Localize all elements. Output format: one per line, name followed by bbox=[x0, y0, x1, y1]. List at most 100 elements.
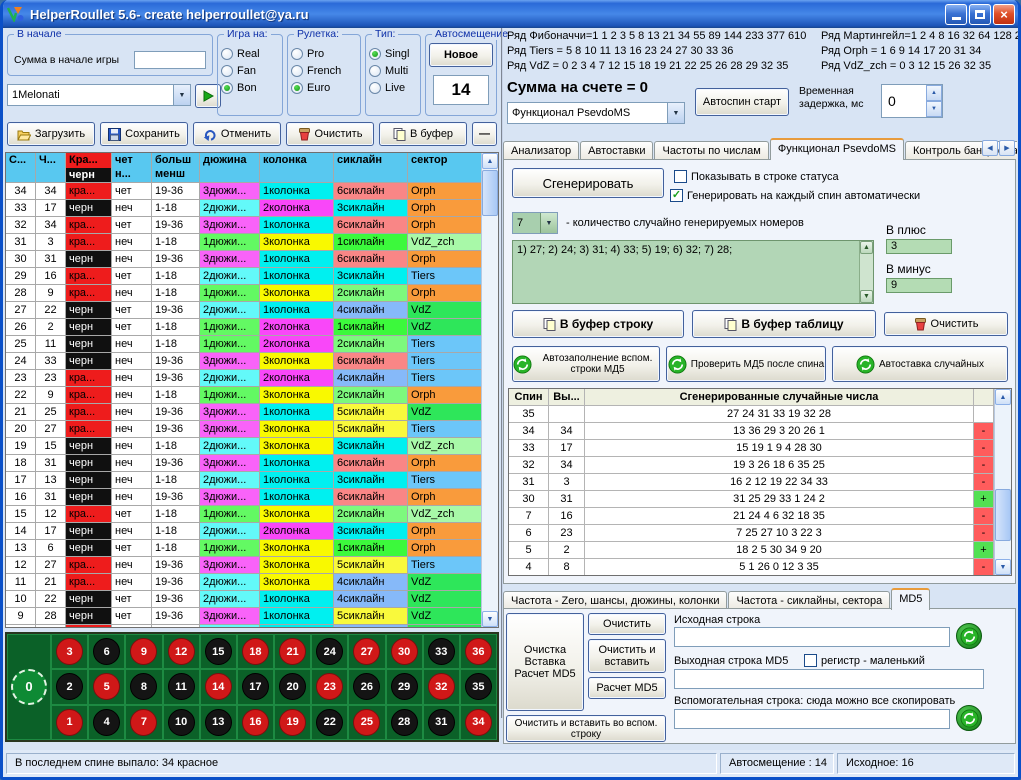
board-cell-16[interactable]: 16 bbox=[237, 705, 274, 740]
history-row[interactable]: 2916кра...чет1-182дюжи...1колонка3сиклай… bbox=[6, 268, 482, 285]
history-row[interactable]: 136чернчет1-181дюжи...3колонка1сиклайнOr… bbox=[6, 540, 482, 557]
board-cell-31[interactable]: 31 bbox=[423, 705, 460, 740]
board-cell-24[interactable]: 24 bbox=[311, 634, 348, 669]
board-cell-7[interactable]: 7 bbox=[125, 705, 162, 740]
chevron-down-icon[interactable]: ▼ bbox=[667, 103, 684, 123]
freq-tab-3[interactable]: MD5 bbox=[891, 588, 930, 610]
board-cell-17[interactable]: 17 bbox=[237, 669, 274, 704]
generate-button[interactable]: Сгенерировать bbox=[512, 168, 664, 198]
history-scrollbar[interactable]: ▲ ▼ bbox=[481, 153, 498, 627]
radio-option-real[interactable]: Real bbox=[221, 48, 279, 60]
history-header-cell[interactable]: четн... bbox=[112, 153, 152, 183]
history-header-cell[interactable]: Кра...черн bbox=[66, 153, 112, 183]
history-row[interactable]: 1512кра...чет1-181дюжи...3колонка2сиклай… bbox=[6, 506, 482, 523]
board-cell-13[interactable]: 13 bbox=[200, 705, 237, 740]
spin-scroll-thumb[interactable] bbox=[995, 489, 1011, 541]
history-row[interactable]: 289кра...неч1-181дюжи...3колонка2сиклайн… bbox=[6, 285, 482, 302]
spin-table-row[interactable]: 3527 24 31 33 19 32 28 bbox=[509, 406, 994, 423]
radio-option-live[interactable]: Live bbox=[369, 82, 417, 94]
history-row[interactable]: 1417черннеч1-182дюжи...2колонка3сиклайнO… bbox=[6, 523, 482, 540]
history-row[interactable]: 2433черннеч19-363дюжи...3колонка6сиклайн… bbox=[6, 353, 482, 370]
spin-table-row[interactable]: 323419 3 26 18 6 35 25- bbox=[509, 457, 994, 474]
board-cell-30[interactable]: 30 bbox=[386, 634, 423, 669]
board-cell-22[interactable]: 22 bbox=[311, 705, 348, 740]
generated-scrollbar[interactable]: ▲ ▼ bbox=[859, 241, 873, 303]
history-header-cell[interactable]: С... bbox=[6, 153, 36, 183]
spin-table-row[interactable]: 5218 2 5 30 34 9 20+ bbox=[509, 542, 994, 559]
history-row[interactable]: 3434кра...чет19-363дюжи...1колонка6сикла… bbox=[6, 183, 482, 200]
board-cell-23[interactable]: 23 bbox=[311, 669, 348, 704]
history-row[interactable]: 1831черннеч19-363дюжи...1колонка6сиклайн… bbox=[6, 455, 482, 472]
board-cell-1[interactable]: 1 bbox=[51, 705, 88, 740]
board-cell-20[interactable]: 20 bbox=[274, 669, 311, 704]
spin-table-row[interactable]: 303131 25 29 33 1 24 2+ bbox=[509, 491, 994, 508]
autofill-md5-button[interactable]: Автозаполнение вспом. строки МД5 bbox=[512, 346, 660, 382]
md5-helper-input[interactable] bbox=[674, 709, 950, 729]
history-row[interactable]: 2027кра...неч19-363дюжи...3колонка5сикла… bbox=[6, 421, 482, 438]
history-header-cell[interactable]: дюжина bbox=[200, 153, 260, 183]
delay-spinner[interactable]: 0 ▲ ▼ bbox=[881, 84, 943, 118]
spin-table-row[interactable]: 485 1 26 0 12 3 35- bbox=[509, 559, 994, 576]
board-cell-6[interactable]: 6 bbox=[88, 634, 125, 669]
radio-option-french[interactable]: French bbox=[291, 65, 357, 77]
board-cell-19[interactable]: 19 bbox=[274, 705, 311, 740]
md5-helper-refresh-button[interactable] bbox=[956, 705, 982, 731]
new-button[interactable]: Новое bbox=[429, 43, 493, 67]
board-cell-32[interactable]: 32 bbox=[423, 669, 460, 704]
spin-table-row[interactable]: 6237 25 27 10 3 22 3- bbox=[509, 525, 994, 542]
board-cell-3[interactable]: 3 bbox=[51, 634, 88, 669]
board-cell-28[interactable]: 28 bbox=[386, 705, 423, 740]
board-cell-4[interactable]: 4 bbox=[88, 705, 125, 740]
radio-option-pro[interactable]: Pro bbox=[291, 48, 357, 60]
history-row[interactable]: 2323кра...неч19-362дюжи...2колонка4сикла… bbox=[6, 370, 482, 387]
toolbar-button-copy[interactable]: В буфер bbox=[379, 122, 467, 146]
history-row[interactable]: 1022чернчет19-362дюжи...1колонка4сиклайн… bbox=[6, 591, 482, 608]
clear-generated-button[interactable]: Очистить bbox=[884, 312, 1008, 336]
history-row[interactable]: 3031черннеч19-363дюжи...1колонка6сиклайн… bbox=[6, 251, 482, 268]
scroll-up-icon[interactable]: ▲ bbox=[995, 389, 1011, 405]
history-row[interactable]: 819кра...неч19-362дюжи...1колонка4сиклай… bbox=[6, 625, 482, 628]
history-scroll-thumb[interactable] bbox=[482, 170, 498, 216]
scroll-up-icon[interactable]: ▲ bbox=[482, 153, 498, 169]
md5-clear-paste-helper-button[interactable]: Очистить и вставить во вспом. строку bbox=[506, 715, 666, 742]
toolbar-button-undo[interactable]: Отменить bbox=[193, 122, 281, 146]
board-zero-cell[interactable]: 0 bbox=[7, 634, 51, 740]
board-cell-26[interactable]: 26 bbox=[348, 669, 385, 704]
tab-scroll-left-icon[interactable]: ◀ bbox=[982, 140, 998, 156]
spin-table-row[interactable]: 331715 19 1 9 4 28 30- bbox=[509, 440, 994, 457]
history-row[interactable]: 262чернчет1-181дюжи...2колонка1сиклайнVd… bbox=[6, 319, 482, 336]
copy-row-button[interactable]: В буфер строку bbox=[512, 310, 684, 338]
checkbox-lowercase[interactable]: регистр - маленький bbox=[804, 654, 925, 667]
toolbar-button-open[interactable]: Загрузить bbox=[7, 122, 95, 146]
md5-clear-button[interactable]: Очистить bbox=[588, 613, 666, 635]
history-header-cell[interactable]: Ч... bbox=[36, 153, 66, 183]
history-row[interactable]: 2722чернчет19-362дюжи...1колонка4сиклайн… bbox=[6, 302, 482, 319]
board-cell-36[interactable]: 36 bbox=[460, 634, 497, 669]
history-row[interactable]: 229кра...неч1-181дюжи...3колонка2сиклайн… bbox=[6, 387, 482, 404]
radio-option-singl[interactable]: Singl bbox=[369, 48, 417, 60]
maximize-button[interactable] bbox=[969, 4, 991, 25]
board-cell-5[interactable]: 5 bbox=[88, 669, 125, 704]
history-header-cell[interactable]: колонка bbox=[260, 153, 334, 183]
board-cell-35[interactable]: 35 bbox=[460, 669, 497, 704]
history-row[interactable]: 3234кра...чет19-363дюжи...1колонка6сикла… bbox=[6, 217, 482, 234]
board-cell-2[interactable]: 2 bbox=[51, 669, 88, 704]
md5-source-refresh-button[interactable] bbox=[956, 623, 982, 649]
history-row[interactable]: 3317черннеч1-182дюжи...2колонка3сиклайнO… bbox=[6, 200, 482, 217]
main-tab-2[interactable]: Автоставки bbox=[580, 141, 653, 160]
history-header-cell[interactable]: сиклайн bbox=[334, 153, 408, 183]
board-cell-34[interactable]: 34 bbox=[460, 705, 497, 740]
checkbox-show-status[interactable]: Показывать в строке статуса bbox=[674, 170, 839, 183]
close-button[interactable]: × bbox=[993, 4, 1015, 25]
history-header-cell[interactable]: большменш bbox=[152, 153, 200, 183]
board-cell-10[interactable]: 10 bbox=[163, 705, 200, 740]
board-cell-18[interactable]: 18 bbox=[237, 634, 274, 669]
md5-output-input[interactable] bbox=[674, 669, 984, 689]
main-tab-3[interactable]: Частоты по числам bbox=[654, 141, 768, 160]
autobet-random-button[interactable]: Автоставка случайных bbox=[832, 346, 1008, 382]
md5-source-input[interactable] bbox=[674, 627, 950, 647]
spin-down-icon[interactable]: ▼ bbox=[926, 101, 942, 117]
history-row[interactable]: 928чернчет19-363дюжи...1колонка5сиклайнV… bbox=[6, 608, 482, 625]
scroll-down-icon[interactable]: ▼ bbox=[860, 290, 873, 303]
board-cell-8[interactable]: 8 bbox=[125, 669, 162, 704]
